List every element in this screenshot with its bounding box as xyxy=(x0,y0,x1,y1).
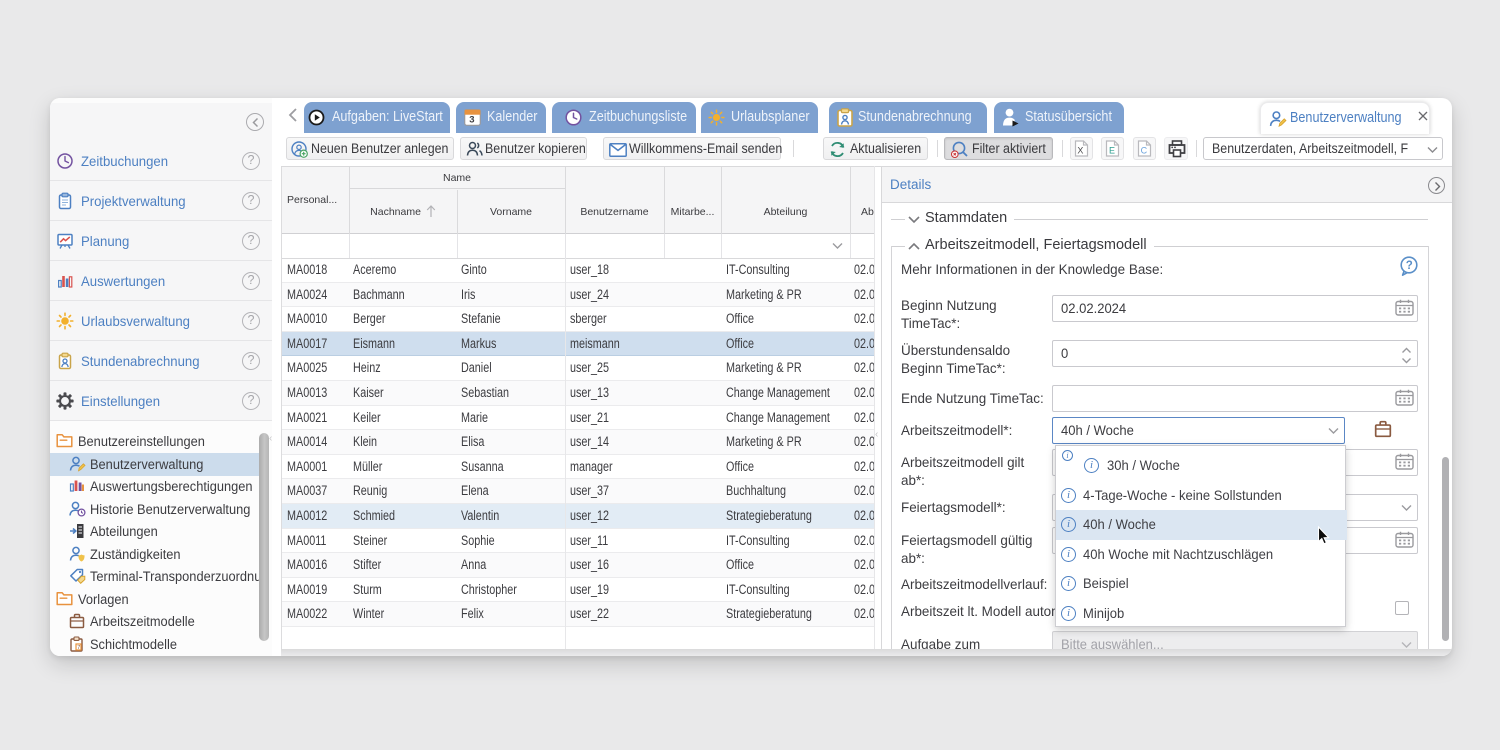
svg-text:E: E xyxy=(1109,146,1115,156)
svg-text:7: 7 xyxy=(77,645,80,651)
svg-text:?: ? xyxy=(1406,260,1413,272)
svg-text:X: X xyxy=(1077,146,1083,156)
svg-text:C: C xyxy=(1141,146,1148,156)
svg-text:3: 3 xyxy=(469,115,474,126)
